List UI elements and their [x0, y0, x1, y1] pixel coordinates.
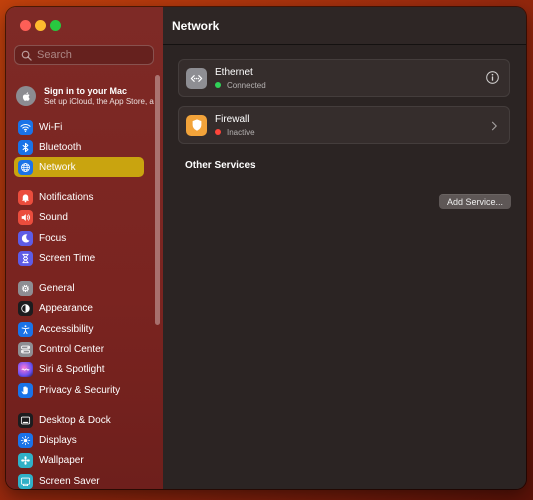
speaker-icon [18, 209, 33, 225]
sidebar-item-label: Bluetooth [39, 141, 82, 153]
moon-icon [18, 230, 33, 246]
search-icon [21, 50, 32, 61]
shield-icon [186, 114, 207, 136]
sidebar-item-network[interactable]: Network [14, 157, 144, 177]
apple-account-title: Sign in to your Mac [44, 86, 128, 96]
sidebar-item-label: Appearance [39, 302, 93, 314]
search-input[interactable] [37, 49, 147, 61]
service-status-text: Inactive [227, 127, 255, 137]
wallpaper-icon [18, 452, 33, 468]
sidebar-item-label: Desktop & Dock [39, 414, 111, 426]
globe-icon [18, 159, 33, 175]
add-service-button[interactable]: Add Service... [439, 194, 511, 209]
sidebar-item-wallpaper[interactable]: Wallpaper [14, 450, 144, 470]
sidebar-item-screen-time[interactable]: Screen Time [14, 248, 144, 268]
sidebar-item-displays[interactable]: Displays [14, 430, 144, 450]
page-title: Network [172, 18, 220, 33]
sidebar-item-accessibility[interactable]: Accessibility [14, 319, 144, 339]
sidebar-item-sound[interactable]: Sound [14, 207, 144, 227]
screen-saver-icon [18, 473, 33, 489]
hourglass-icon [18, 250, 33, 266]
sidebar-item-label: Displays [39, 434, 77, 446]
sidebar-item-label: Accessibility [39, 323, 94, 335]
accessibility-icon [18, 321, 33, 337]
other-services-header: Other Services [185, 160, 256, 171]
service-name: Ethernet [215, 66, 253, 78]
sidebar-scrollbar[interactable] [155, 75, 160, 325]
close-button[interactable] [20, 20, 31, 31]
sidebar-item-screen-saver[interactable]: Screen Saver [14, 471, 144, 489]
sidebar-item-label: Wallpaper [39, 454, 84, 466]
service-row-firewall[interactable]: Firewall Inactive [178, 106, 510, 144]
sidebar-item-general[interactable]: General [14, 278, 144, 298]
zoom-button[interactable] [50, 20, 61, 31]
bluetooth-icon [18, 139, 33, 155]
sidebar-item-label: General [39, 282, 75, 294]
sidebar-item-label: Screen Saver [39, 475, 100, 487]
service-status-text: Connected [227, 80, 266, 90]
sidebar-item-label: Screen Time [39, 252, 96, 264]
content-pane: Network Ethernet Connected Firewall Inac… [163, 7, 526, 489]
sidebar-item-label: Focus [39, 232, 67, 244]
control-center-icon [18, 341, 33, 357]
sidebar-item-appearance[interactable]: Appearance [14, 298, 144, 318]
connected-status-dot [215, 82, 221, 88]
apple-account-subtitle: Set up iCloud, the App Store, and more. [44, 97, 154, 106]
sidebar-item-wifi[interactable]: Wi-Fi [14, 117, 144, 137]
chevron-right-icon[interactable] [488, 119, 500, 137]
inactive-status-dot [215, 129, 221, 135]
sidebar-item-focus[interactable]: Focus [14, 228, 144, 248]
sidebar-item-label: Sound [39, 211, 68, 223]
sidebar-item-label: Control Center [39, 343, 105, 355]
apple-logo-icon [16, 86, 36, 106]
sidebar-item-notifications[interactable]: Notifications [14, 187, 144, 207]
info-icon[interactable] [485, 70, 500, 90]
gear-icon [18, 280, 33, 296]
sidebar-item-label: Privacy & Security [39, 384, 121, 396]
sidebar-item-control-center[interactable]: Control Center [14, 339, 144, 359]
system-settings-window: Sign in to your Mac Set up iCloud, the A… [6, 7, 526, 489]
ethernet-icon [186, 67, 207, 89]
hand-icon [18, 382, 33, 398]
sidebar: Sign in to your Mac Set up iCloud, the A… [6, 7, 164, 489]
content-titlebar: Network [163, 7, 526, 45]
sidebar-item-desktop-dock[interactable]: Desktop & Dock [14, 410, 144, 430]
service-status: Inactive [215, 128, 255, 137]
sidebar-item-bluetooth[interactable]: Bluetooth [14, 137, 144, 157]
apple-account-item[interactable]: Sign in to your Mac Set up iCloud, the A… [16, 80, 154, 112]
dock-icon [18, 412, 33, 428]
siri-icon [18, 361, 33, 377]
sidebar-item-siri-spotlight[interactable]: Siri & Spotlight [14, 359, 144, 379]
service-status: Connected [215, 81, 266, 90]
service-row-ethernet[interactable]: Ethernet Connected [178, 59, 510, 97]
minimize-button[interactable] [35, 20, 46, 31]
sidebar-item-privacy-security[interactable]: Privacy & Security [14, 380, 144, 400]
wifi-icon [18, 119, 33, 135]
sun-icon [18, 432, 33, 448]
sidebar-item-label: Network [39, 161, 76, 173]
search-field[interactable] [14, 45, 154, 65]
sidebar-item-label: Notifications [39, 191, 94, 203]
service-name: Firewall [215, 113, 250, 125]
bell-icon [18, 189, 33, 205]
appearance-icon [18, 300, 33, 316]
sidebar-item-label: Wi-Fi [39, 121, 63, 133]
sidebar-item-label: Siri & Spotlight [39, 363, 105, 375]
